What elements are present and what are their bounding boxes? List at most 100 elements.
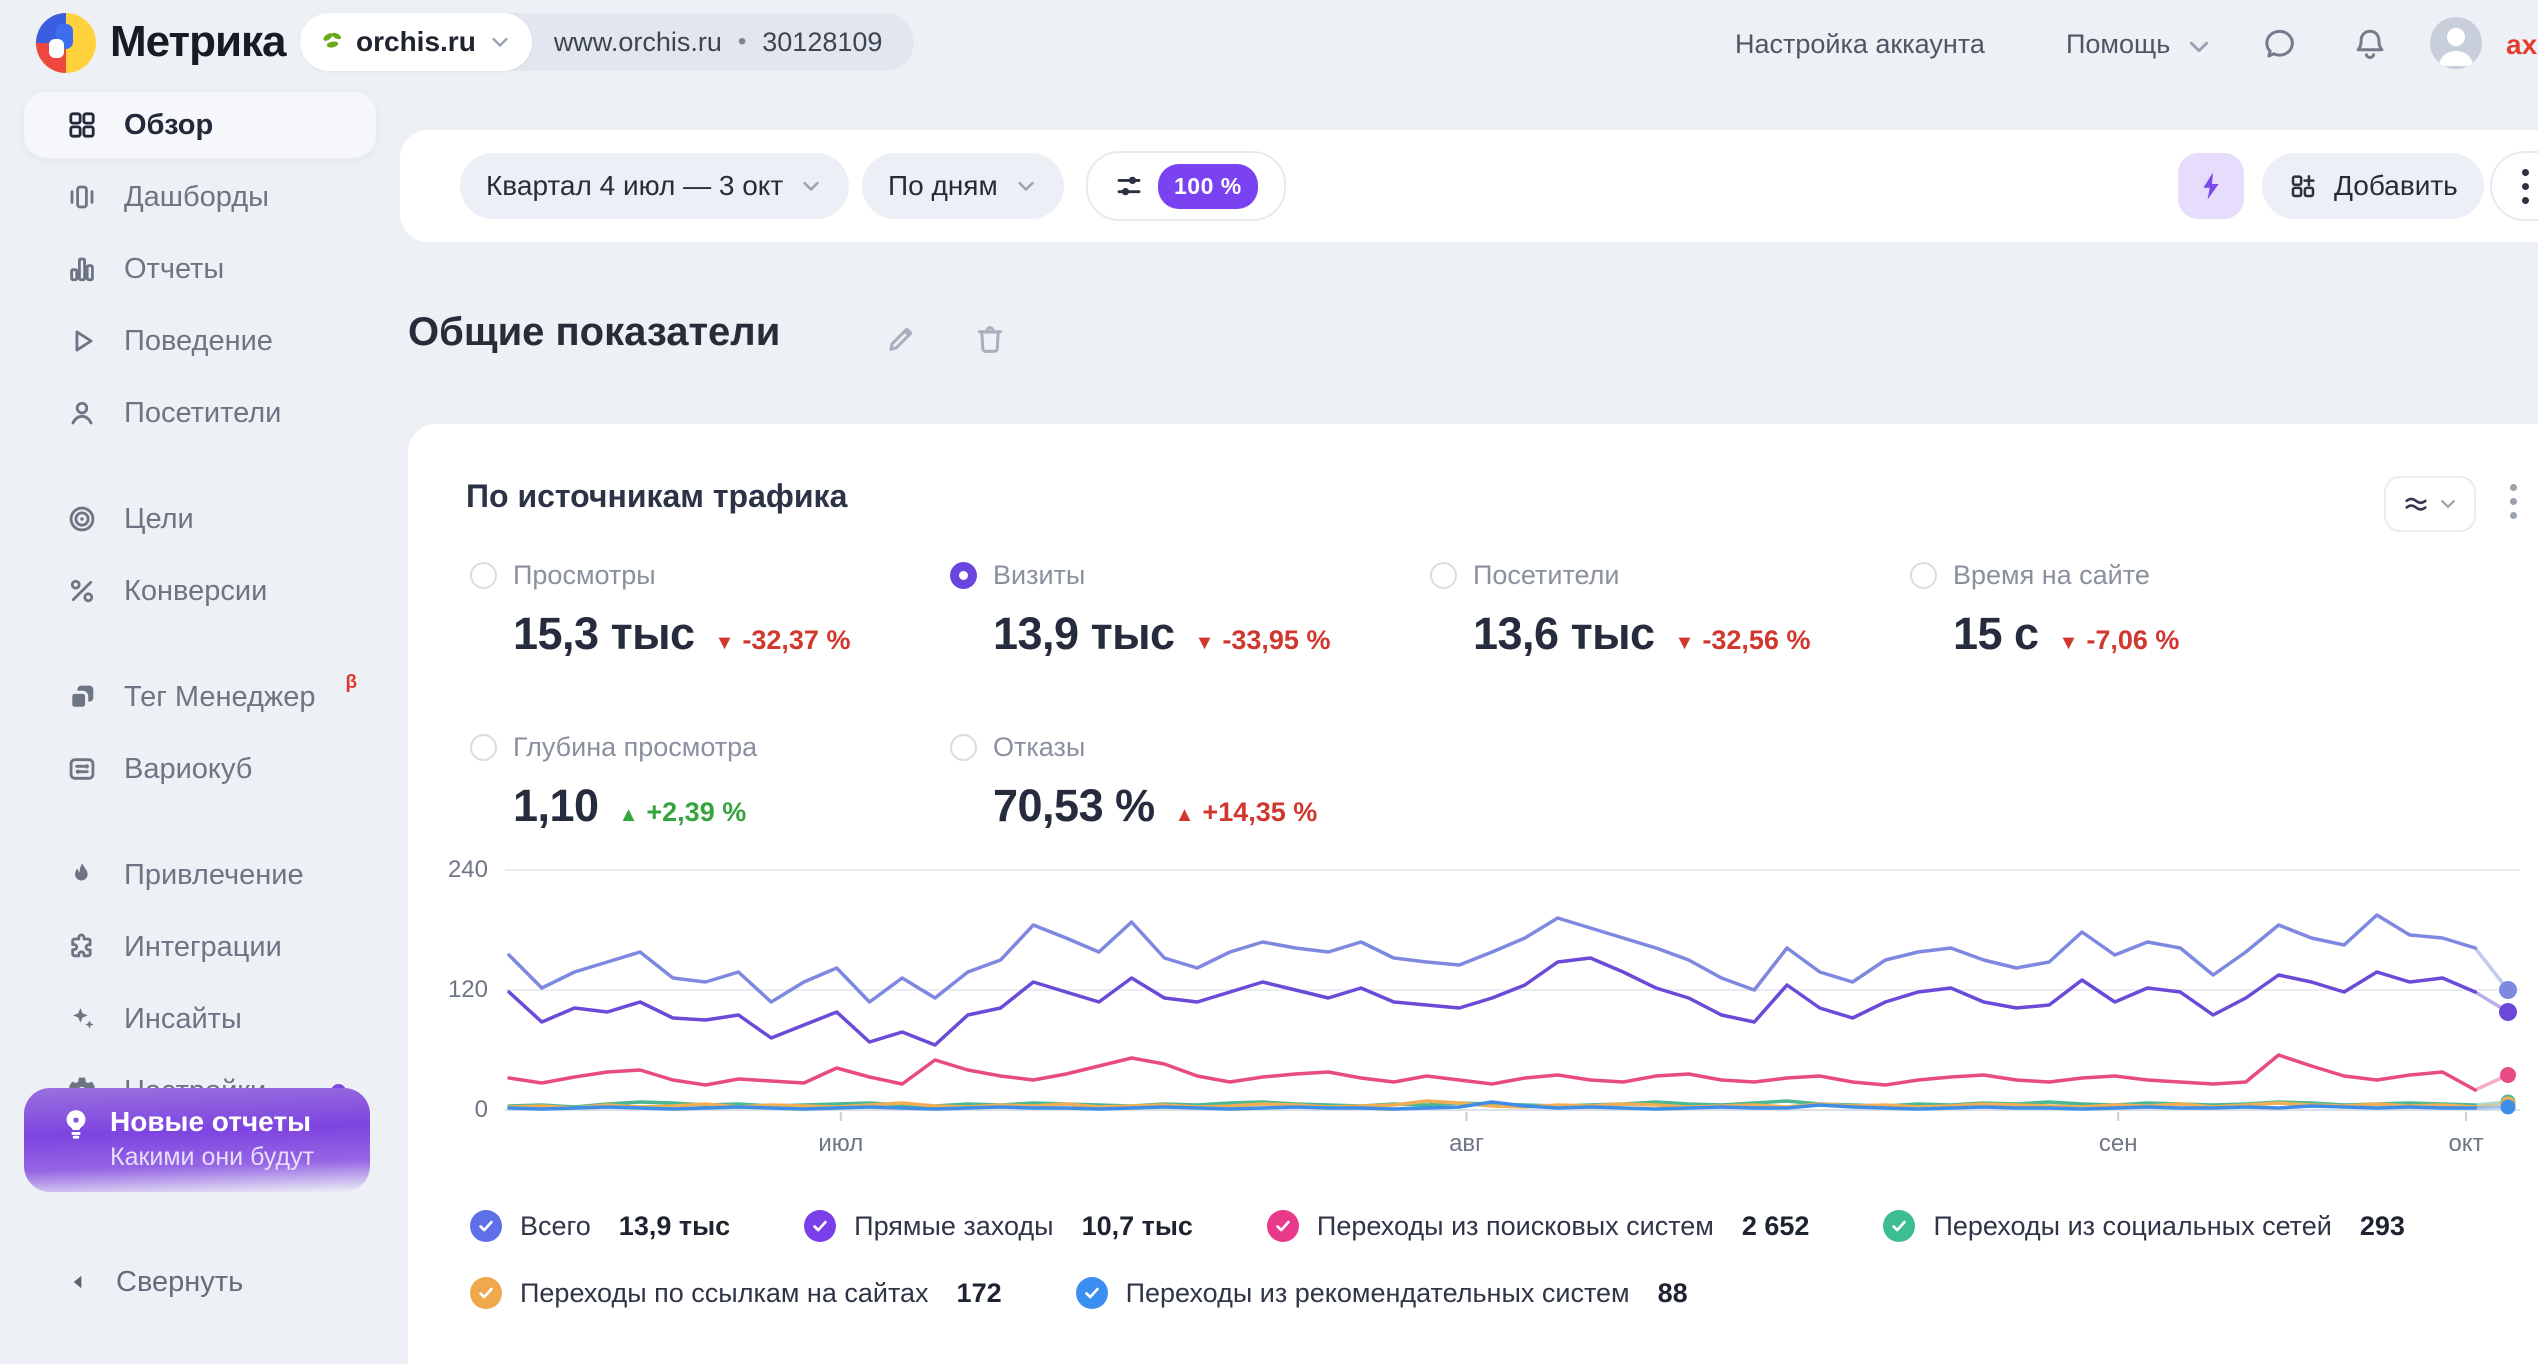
metric-delta: ▲+2,39 %: [619, 797, 747, 828]
site-selector: orchis.ru www.orchis.ru • 30128109: [300, 13, 914, 71]
sliders-icon: [1114, 171, 1144, 201]
separator-dot: •: [738, 28, 746, 56]
bar-chart-icon: [66, 253, 98, 285]
x-axis-tick-label: авг: [1449, 1130, 1484, 1158]
sidebar-item-acquisition[interactable]: Привлечение: [24, 842, 376, 908]
legend-item[interactable]: Переходы из поисковых систем2 652: [1267, 1210, 1810, 1242]
legend-checkbox[interactable]: [1883, 1210, 1915, 1242]
promo-title: Новые отчеты: [110, 1106, 314, 1138]
sidebar-item-overview[interactable]: Обзор: [24, 92, 376, 158]
period-label: Квартал 4 июл — 3 окт: [486, 170, 783, 202]
sidebar-item-tag-manager[interactable]: Тег Менеджерβ: [24, 664, 376, 730]
quick-actions-button[interactable]: [2178, 153, 2244, 219]
chevron-down-icon: [2438, 494, 2458, 514]
site-name: orchis.ru: [356, 26, 476, 58]
sampling-badge: 100 %: [1158, 164, 1258, 209]
sidebar-item-reports[interactable]: Отчеты: [24, 236, 376, 302]
kebab-icon: [2522, 169, 2529, 204]
legend-label: Прямые заходы: [854, 1211, 1053, 1242]
sidebar-item-dashboards[interactable]: Дашборды: [24, 164, 376, 230]
metric-time: Время на сайте15 с▼-7,06 %: [1910, 558, 2390, 730]
metric-label: Время на сайте: [1953, 560, 2150, 591]
sampling-settings-button[interactable]: 100 %: [1086, 151, 1286, 221]
triangle-down-icon: ▼: [1675, 632, 1695, 655]
delete-title-trash-icon[interactable]: [972, 320, 1008, 356]
traffic-line-chart[interactable]: [505, 862, 2520, 1122]
sidebar-item-conversions[interactable]: Конверсии: [24, 558, 376, 624]
sidebar-item-label: Тег Менеджер: [124, 681, 316, 714]
metric-radio-row[interactable]: Визиты: [950, 558, 1430, 592]
legend-item[interactable]: Переходы из социальных сетей293: [1883, 1210, 2404, 1242]
username[interactable]: ax: [2506, 29, 2537, 61]
sidebar-item-variocube[interactable]: Вариокуб: [24, 736, 376, 802]
target-icon: [66, 503, 98, 535]
site-dropdown[interactable]: orchis.ru: [300, 13, 532, 71]
metric-switcher: Просмотры15,3 тыс▼-32,37 %Визиты13,9 тыс…: [470, 558, 2390, 902]
play-icon: [66, 325, 98, 357]
chart-smoothing-control[interactable]: [2384, 476, 2476, 532]
wave-lines-icon: [2402, 490, 2430, 518]
metric-radio[interactable]: [950, 734, 977, 761]
legend-checkbox[interactable]: [1076, 1277, 1108, 1309]
x-axis-tick-label: сен: [2099, 1130, 2138, 1158]
new-reports-promo[interactable]: Новые отчеты Какими они будут: [24, 1088, 370, 1192]
metric-delta: ▼-32,37 %: [715, 625, 851, 656]
metric-radio-row[interactable]: Посетители: [1430, 558, 1910, 592]
bell-icon[interactable]: [2352, 26, 2388, 62]
sidebar-item-label: Цели: [124, 503, 194, 536]
metric-label: Посетители: [1473, 560, 1620, 591]
toolbar-menu-button[interactable]: [2490, 151, 2538, 221]
traffic-sources-widget: По источникам трафика Просмотры15,3 тыс▼…: [408, 424, 2538, 1364]
account-settings-link[interactable]: Настройка аккаунта: [1735, 29, 1985, 60]
metric-radio[interactable]: [1910, 562, 1937, 589]
help-link[interactable]: Помощь: [2066, 29, 2170, 60]
metric-radio[interactable]: [470, 734, 497, 761]
legend-item[interactable]: Всего13,9 тыс: [470, 1210, 730, 1242]
help-chevron-down-icon[interactable]: [2186, 34, 2212, 60]
sidebar-item-behavior[interactable]: Поведение: [24, 308, 376, 374]
percent-icon: [66, 575, 98, 607]
legend-checkbox[interactable]: [470, 1210, 502, 1242]
legend-item[interactable]: Переходы по ссылкам на сайтах172: [470, 1277, 1002, 1309]
granularity-selector[interactable]: По дням: [862, 153, 1064, 219]
metric-radio[interactable]: [1430, 562, 1457, 589]
metric-radio-row[interactable]: Просмотры: [470, 558, 950, 592]
sidebar-item-label: Обзор: [124, 109, 213, 142]
legend-checkbox[interactable]: [470, 1277, 502, 1309]
widget-menu-button[interactable]: [2510, 484, 2517, 519]
grid-icon: [66, 109, 98, 141]
tag-icon: [66, 681, 98, 713]
add-widget-button[interactable]: Добавить: [2262, 153, 2484, 219]
sidebar-item-insights[interactable]: Инсайты: [24, 986, 376, 1052]
edit-title-pencil-icon[interactable]: [884, 320, 920, 356]
sidebar-item-label: Поведение: [124, 325, 273, 358]
site-favicon-leaf-icon: [320, 30, 344, 54]
metric-value: 1,10: [513, 780, 599, 832]
sidebar-item-visitors[interactable]: Посетители: [24, 380, 376, 446]
sidebar-item-integrations[interactable]: Интеграции: [24, 914, 376, 980]
legend-value: 172: [957, 1278, 1002, 1309]
columns-icon: [66, 181, 98, 213]
legend-checkbox[interactable]: [804, 1210, 836, 1242]
legend-item[interactable]: Переходы из рекомендательных систем88: [1076, 1277, 1688, 1309]
chat-icon[interactable]: [2262, 26, 2298, 62]
metric-radio[interactable]: [950, 562, 977, 589]
period-selector[interactable]: Квартал 4 июл — 3 окт: [460, 153, 849, 219]
sidebar-collapse-button[interactable]: Свернуть: [24, 1262, 243, 1302]
user-avatar[interactable]: [2430, 17, 2482, 69]
sidebar-item-goals[interactable]: Цели: [24, 486, 376, 552]
metric-radio-row[interactable]: Время на сайте: [1910, 558, 2390, 592]
metric-radio[interactable]: [470, 562, 497, 589]
metric-value: 13,9 тыс: [993, 608, 1175, 660]
legend-item[interactable]: Прямые заходы10,7 тыс: [804, 1210, 1193, 1242]
y-axis-tick-label: 0: [408, 1094, 488, 1126]
sidebar-item-label: Интеграции: [124, 931, 282, 964]
chevron-down-icon: [1014, 174, 1038, 198]
metrica-logo-icon[interactable]: [34, 11, 98, 75]
metric-radio-row[interactable]: Глубина просмотра: [470, 730, 950, 764]
metric-value: 13,6 тыс: [1473, 608, 1655, 660]
legend-checkbox[interactable]: [1267, 1210, 1299, 1242]
metric-users: Посетители13,6 тыс▼-32,56 %: [1430, 558, 1910, 730]
metric-label: Визиты: [993, 560, 1085, 591]
metric-radio-row[interactable]: Отказы: [950, 730, 1430, 764]
